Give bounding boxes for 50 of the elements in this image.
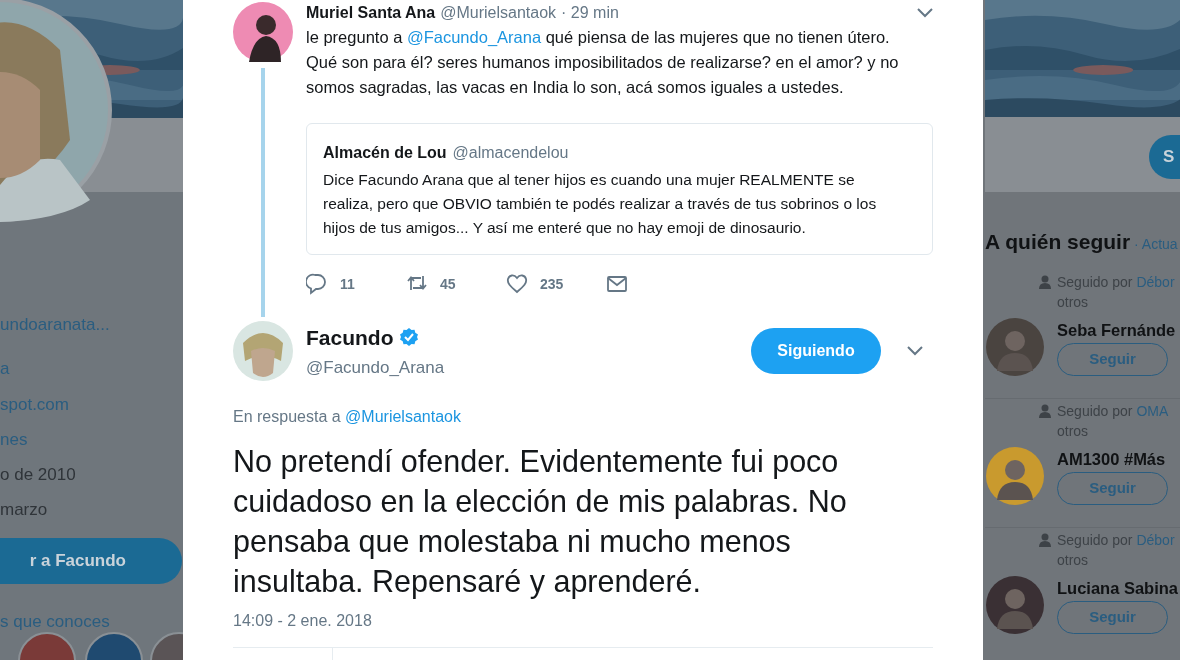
person-icon [1039, 533, 1051, 547]
profile-info: marzo [0, 499, 48, 521]
reply-icon[interactable] [306, 273, 328, 295]
person-icon [1039, 404, 1051, 418]
caret-icon [917, 8, 933, 18]
quoted-text: Dice Facundo Arana que al tener hijos es cuando una mujer REALMENTE se realiza, pero que OBVIO también te podés realizar a través de tus sobrinos o los hijos de tus amigos... Y así me enteré que no hay emoji de dinosaurio. [323, 170, 878, 238]
heart-icon[interactable] [506, 273, 528, 295]
caret-icon[interactable] [907, 346, 923, 356]
envelope-icon[interactable] [606, 273, 628, 295]
account-name[interactable]: AM1300 #Más [1057, 447, 1166, 472]
action-count: 11 [340, 274, 355, 294]
profile-info: o de 2010 [0, 464, 76, 486]
action-count: 45 [440, 274, 456, 294]
person-icon [1039, 275, 1051, 289]
author-name[interactable]: Muriel Santa Ana [306, 1, 436, 25]
quoted-tweet[interactable] [306, 123, 933, 255]
profile-link[interactable]: spot.com [0, 392, 69, 418]
follower-link[interactable]: Débor [1136, 274, 1175, 290]
follower-link[interactable]: Débor [1136, 532, 1175, 548]
tweet-time[interactable]: · 29 min [561, 1, 619, 25]
author-name: Almacén de Lou [323, 143, 447, 163]
account-name[interactable]: Seba Fernánde [1057, 318, 1176, 343]
follower-link[interactable]: OMA [1136, 403, 1169, 419]
reply-context: En respuesta a @Murielsantaok [233, 407, 462, 427]
author-handle[interactable]: @Facundo_Arana [306, 355, 445, 381]
author-name[interactable]: Facundo [306, 321, 394, 353]
author-handle: @Murielsantaok [440, 3, 557, 23]
profile-link[interactable]: undoaranata... [0, 312, 110, 338]
avatar [233, 321, 293, 381]
followers-link[interactable]: s que conoces [0, 609, 110, 635]
message-button[interactable]: r a Facundo [0, 538, 182, 584]
avatar [985, 317, 1045, 377]
avatar [85, 632, 143, 660]
action-count: 235 [540, 274, 564, 294]
tweet-timestamp: 14:09 - 2 ene. 2018 [233, 611, 373, 631]
tweet-text: le pregunto a @Facundo_Arana qué piensa de las mujeres que no tienen útero. Qué son para él? seres humanos imposibilitados de realizarse? en el amor? y no somos sagradas, las vacas en India lo son, acá somos iguales a ustedes. [306, 27, 900, 98]
mention-link[interactable]: @Facundo_Arana [406, 28, 542, 46]
avatar [985, 575, 1045, 635]
mention-link[interactable]: @Murielsantaok [345, 408, 461, 425]
avatar [233, 2, 293, 62]
author-handle: @almacendelou [452, 143, 569, 163]
account-name[interactable]: Luciana Sabina [1057, 576, 1179, 601]
avatar [985, 446, 1045, 506]
profile-link[interactable]: nes [0, 427, 28, 453]
refresh-link[interactable]: · Actua [1134, 234, 1178, 255]
following-button[interactable]: Siguiendo [751, 328, 881, 374]
avatar [18, 632, 76, 660]
section-title: A quién seguir [985, 229, 1131, 255]
tweet-text: No pretendí ofender. Evidentemente fui poco cuidadoso en la elección de mis palabras. No pensaba que molestaba ni mucho menos insultaba. Repensaré y aprenderé. [233, 443, 848, 601]
profile-link[interactable]: a [0, 356, 10, 382]
